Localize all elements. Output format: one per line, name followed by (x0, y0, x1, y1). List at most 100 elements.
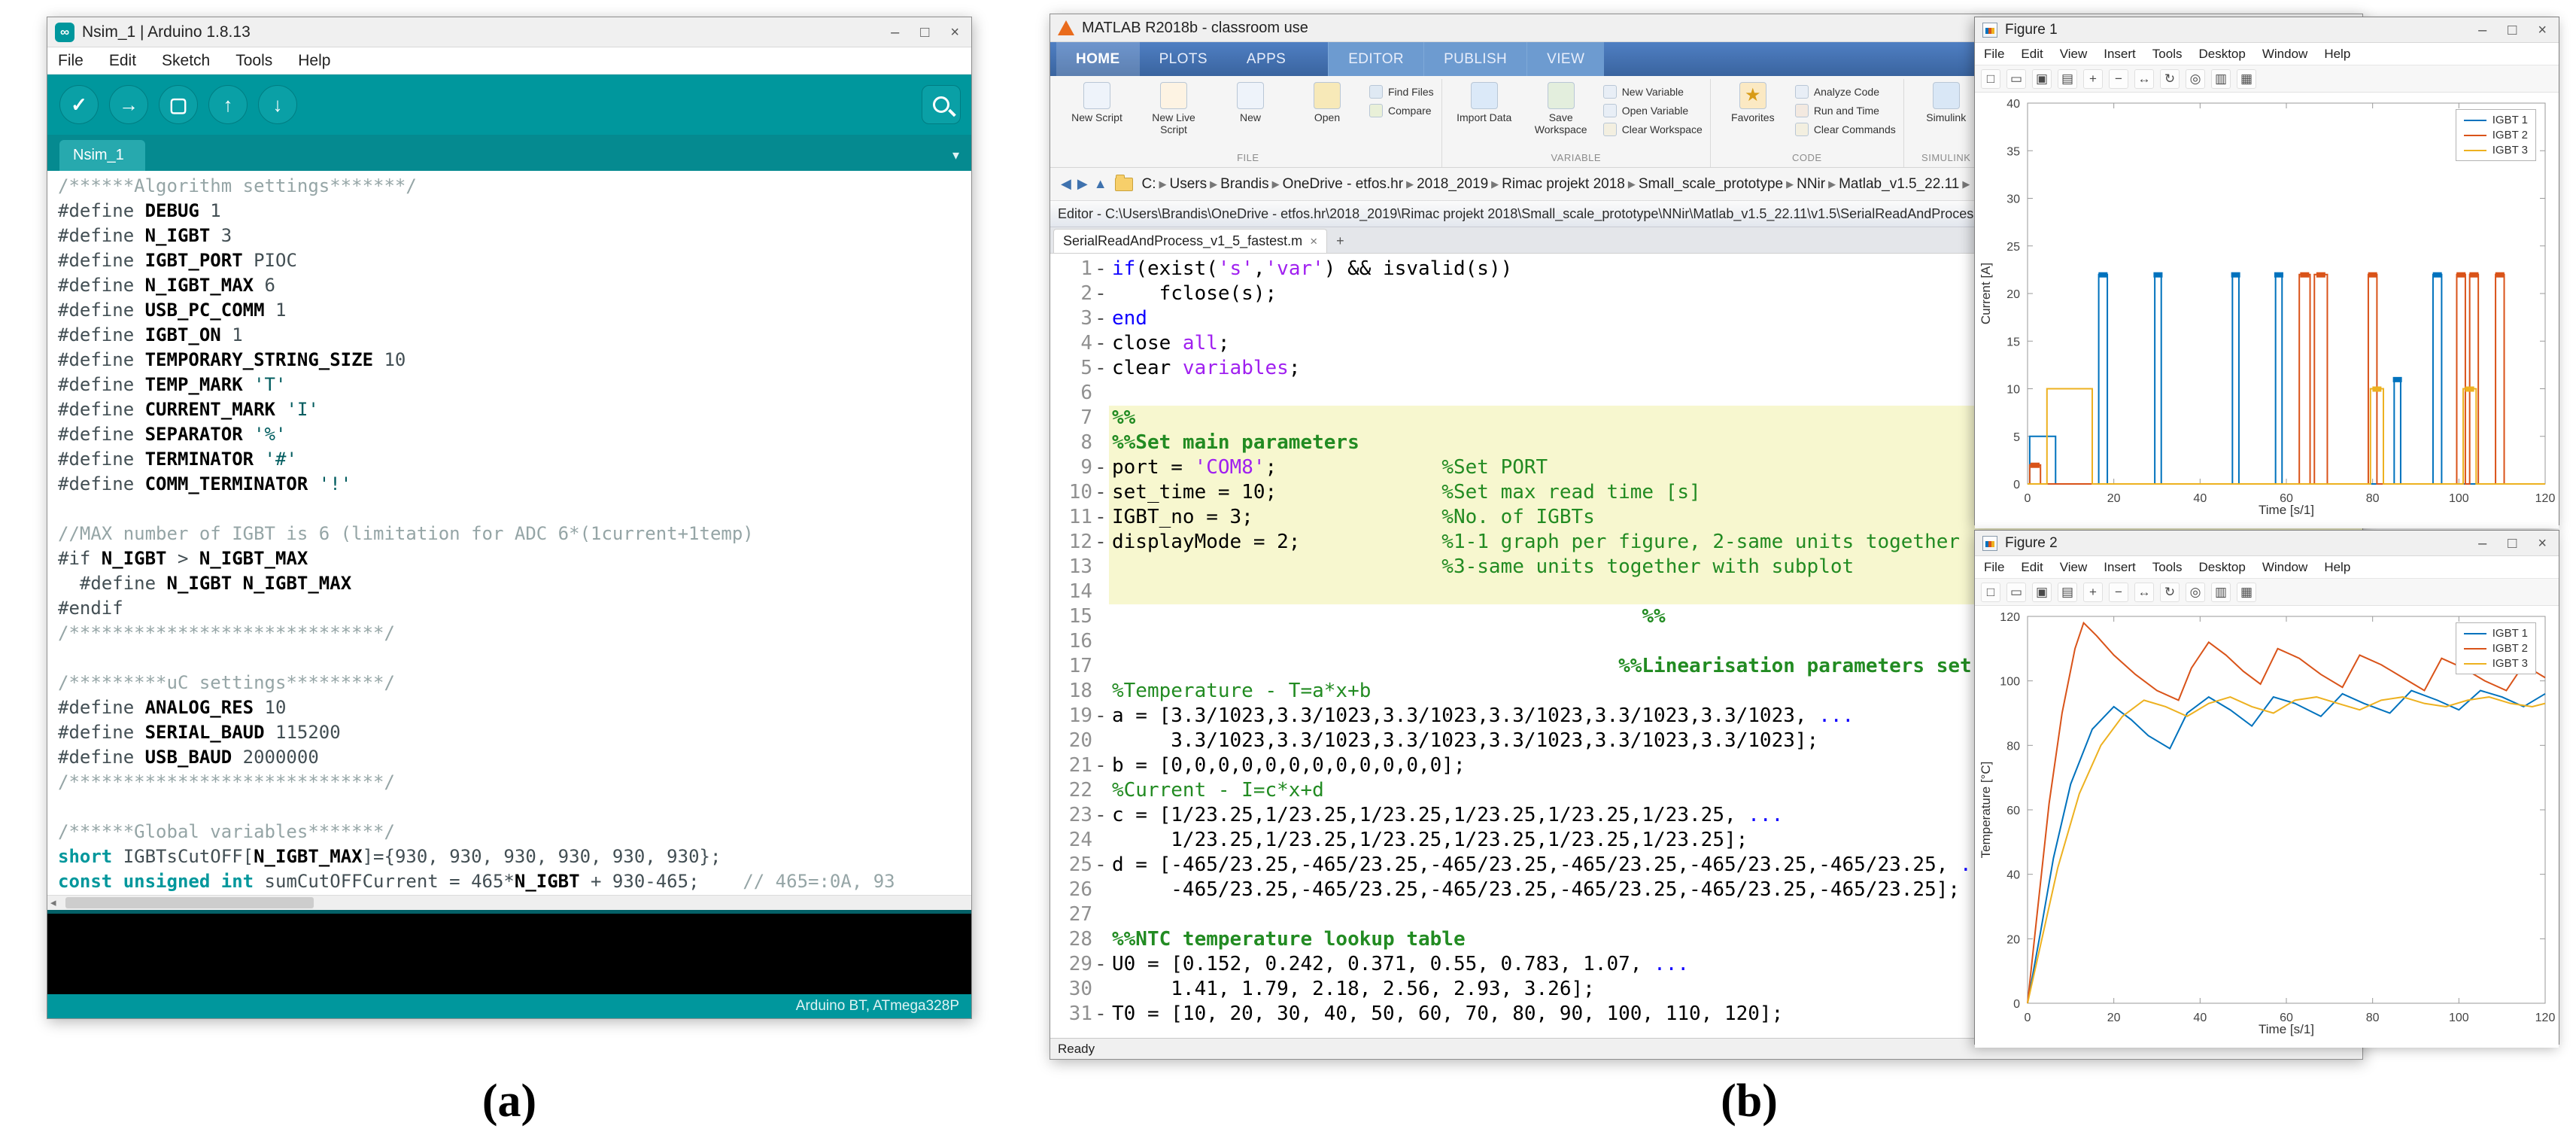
back-icon[interactable]: ◀ (1058, 176, 1074, 192)
new-figure-icon[interactable]: □ (1981, 583, 2000, 602)
breadcrumb-matlab-v1-5-22-11[interactable]: Matlab_v1.5_22.11 (1837, 176, 1961, 193)
menu-tools[interactable]: Tools (235, 52, 272, 70)
menu-help[interactable]: Help (2324, 560, 2350, 575)
breadcrumb-brandis[interactable]: Brandis (1219, 176, 1270, 193)
colorbar-icon[interactable]: ▥ (2211, 69, 2231, 89)
menu-help[interactable]: Help (298, 52, 330, 70)
breadcrumb-small-scale-prototype[interactable]: Small_scale_prototype (1637, 176, 1785, 193)
close-tab-icon[interactable]: × (1310, 234, 1317, 249)
menu-view[interactable]: View (2060, 560, 2088, 575)
minimize-button[interactable]: – (891, 25, 899, 40)
close-button[interactable]: × (2538, 23, 2547, 38)
zoom-out-icon[interactable]: − (2109, 69, 2128, 89)
toolstrip-tab-apps[interactable]: APPS (1227, 42, 1305, 76)
ribbon-clear-commands-button[interactable]: Clear Commands (1795, 123, 1896, 136)
new-tab-button[interactable]: + (1327, 230, 1353, 253)
menu-window[interactable]: Window (2262, 560, 2307, 575)
print-figure-icon[interactable]: ▤ (2058, 69, 2077, 89)
menu-file[interactable]: File (1984, 560, 2004, 575)
toolstrip-tab-plots[interactable]: PLOTS (1140, 42, 1227, 76)
rotate-3d-icon[interactable]: ↻ (2160, 583, 2180, 602)
zoom-in-icon[interactable]: + (2083, 583, 2103, 602)
breadcrumb-users[interactable]: Users (1168, 176, 1209, 193)
breadcrumb-rimac-projekt-2018[interactable]: Rimac projekt 2018 (1500, 176, 1627, 193)
toolstrip-tab-editor[interactable]: EDITOR (1328, 42, 1423, 76)
menu-desktop[interactable]: Desktop (2198, 560, 2245, 575)
open-sketch-button[interactable]: ↑ (208, 85, 248, 124)
rotate-3d-icon[interactable]: ↻ (2160, 69, 2180, 89)
menu-view[interactable]: View (2060, 47, 2088, 62)
upload-button[interactable]: → (109, 85, 148, 124)
ribbon-new-live-script-button[interactable]: New Live Script (1139, 82, 1208, 135)
verify-button[interactable]: ✓ (59, 85, 99, 124)
toolstrip-tab-view[interactable]: VIEW (1526, 42, 1604, 76)
ribbon-analyze-code-button[interactable]: Analyze Code (1795, 85, 1896, 99)
save-figure-icon[interactable]: ▣ (2032, 583, 2052, 602)
breadcrumb-nnir[interactable]: NNir (1795, 176, 1827, 193)
ribbon-find-files-button[interactable]: Find Files (1369, 85, 1434, 99)
scrollbar-thumb[interactable] (65, 897, 314, 908)
toolstrip-tab-publish[interactable]: PUBLISH (1423, 42, 1526, 76)
breadcrumb-2018-2019[interactable]: 2018_2019 (1415, 176, 1490, 193)
close-button[interactable]: × (2538, 536, 2547, 551)
new-figure-icon[interactable]: □ (1981, 69, 2000, 89)
data-cursor-icon[interactable]: ◎ (2186, 583, 2205, 602)
breadcrumb-onedrive-etfos-hr[interactable]: OneDrive - etfos.hr (1281, 176, 1405, 193)
zoom-out-icon[interactable]: − (2109, 583, 2128, 602)
menu-insert[interactable]: Insert (2104, 560, 2136, 575)
scroll-left-icon[interactable]: ◂ (50, 896, 56, 911)
menu-edit[interactable]: Edit (109, 52, 136, 70)
ribbon-new-button[interactable]: New (1216, 82, 1285, 123)
ribbon-save-workspace-button[interactable]: Save Workspace (1526, 82, 1596, 135)
pan-icon[interactable]: ↔ (2134, 69, 2154, 89)
menu-window[interactable]: Window (2262, 47, 2307, 62)
menu-desktop[interactable]: Desktop (2198, 47, 2245, 62)
ribbon-import-data-button[interactable]: Import Data (1450, 82, 1519, 123)
up-one-level-icon[interactable]: ▲ (1091, 176, 1110, 192)
ribbon-simulink-button[interactable]: Simulink (1912, 82, 1981, 123)
forward-icon[interactable]: ▶ (1074, 176, 1091, 192)
ribbon-open-button[interactable]: Open (1293, 82, 1362, 123)
open-file-icon[interactable]: ▭ (2006, 69, 2026, 89)
menu-tools[interactable]: Tools (2152, 47, 2183, 62)
menu-insert[interactable]: Insert (2104, 47, 2136, 62)
insert-legend-icon[interactable]: ▦ (2237, 583, 2256, 602)
minimize-button[interactable]: – (2478, 23, 2486, 38)
breadcrumb-c[interactable]: C: (1141, 176, 1158, 193)
ribbon-run-and-time-button[interactable]: Run and Time (1795, 104, 1896, 117)
ribbon-new-script-button[interactable]: New Script (1062, 82, 1132, 123)
zoom-in-icon[interactable]: + (2083, 69, 2103, 89)
minimize-button[interactable]: – (2478, 536, 2486, 551)
menu-tools[interactable]: Tools (2152, 560, 2183, 575)
menu-file[interactable]: File (58, 52, 84, 70)
save-sketch-button[interactable]: ↓ (258, 85, 297, 124)
new-sketch-button[interactable]: ▢ (159, 85, 198, 124)
tab-list-icon[interactable]: ▾ (952, 148, 959, 163)
maximize-button[interactable]: □ (920, 25, 929, 40)
maximize-button[interactable]: □ (2508, 23, 2517, 38)
sketch-tab[interactable]: Nsim_1 (59, 140, 145, 171)
print-figure-icon[interactable]: ▤ (2058, 583, 2077, 602)
menu-file[interactable]: File (1984, 47, 2004, 62)
insert-legend-icon[interactable]: ▦ (2237, 69, 2256, 89)
serial-monitor-button[interactable] (922, 85, 961, 124)
ribbon-open-variable-button[interactable]: Open Variable (1603, 104, 1703, 117)
menu-sketch[interactable]: Sketch (162, 52, 210, 70)
horizontal-scrollbar[interactable]: ◂ (47, 895, 971, 910)
ribbon-new-variable-button[interactable]: New Variable (1603, 85, 1703, 99)
menu-edit[interactable]: Edit (2021, 560, 2043, 575)
ribbon-compare-button[interactable]: Compare (1369, 104, 1434, 117)
colorbar-icon[interactable]: ▥ (2211, 583, 2231, 602)
ribbon-fav-orites-button[interactable]: ★Fav­orites (1718, 82, 1788, 123)
sketch-code-editor[interactable]: /******Algorithm settings*******/#define… (47, 171, 971, 895)
data-cursor-icon[interactable]: ◎ (2186, 69, 2205, 89)
save-figure-icon[interactable]: ▣ (2032, 69, 2052, 89)
file-tab[interactable]: SerialReadAndProcess_v1_5_fastest.m × (1053, 229, 1327, 253)
open-file-icon[interactable]: ▭ (2006, 583, 2026, 602)
pan-icon[interactable]: ↔ (2134, 583, 2154, 602)
maximize-button[interactable]: □ (2508, 536, 2517, 551)
menu-help[interactable]: Help (2324, 47, 2350, 62)
ribbon-clear-workspace-button[interactable]: Clear Workspace (1603, 123, 1703, 136)
close-button[interactable]: × (950, 25, 959, 40)
menu-edit[interactable]: Edit (2021, 47, 2043, 62)
